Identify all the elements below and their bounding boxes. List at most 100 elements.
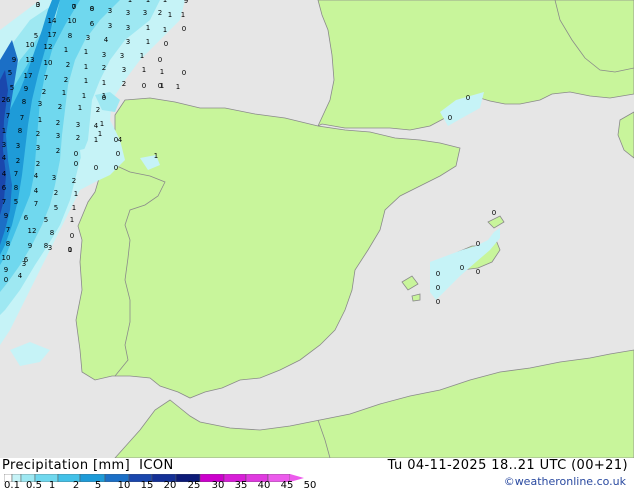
precip-value-label: 0	[116, 150, 120, 158]
precip-value-label: 6	[90, 20, 95, 28]
precip-value-label: 1	[102, 79, 106, 87]
precip-value-label: 1	[128, 0, 132, 4]
precip-value-label: 6	[2, 184, 7, 192]
precip-value-label: 2	[72, 177, 76, 185]
precip-value-label: 8	[18, 127, 22, 135]
precip-value-label: 3	[86, 34, 90, 42]
precip-value-label: 0	[436, 284, 440, 292]
legend-label: 40	[257, 480, 271, 491]
precip-value-label: 1	[102, 92, 106, 100]
precip-value-label: 3	[108, 7, 112, 15]
precip-value-label: 1	[163, 0, 167, 4]
precip-value-label: 3	[22, 260, 26, 268]
precip-value-label: 4	[2, 170, 7, 178]
precip-value-label: 0	[158, 82, 162, 90]
precip-value-label: 3	[2, 141, 6, 149]
precip-value-label: 1	[72, 204, 76, 212]
precip-value-label: 0	[448, 114, 452, 122]
precip-value-label: 2	[54, 189, 58, 197]
precip-value-label: 4	[118, 136, 123, 144]
precip-value-label: 3	[143, 9, 147, 17]
precip-value-label: 1	[78, 104, 82, 112]
precip-value-label: 3	[52, 174, 56, 182]
precip-value-label: 2	[36, 160, 40, 168]
precip-value-label: 1	[64, 46, 68, 54]
precip-value-label: 8	[14, 184, 18, 192]
precip-value-label: 7	[2, 198, 6, 206]
precip-value-label: 10	[2, 254, 11, 262]
precip-value-label: 0	[94, 164, 98, 172]
precipitation-map[interactable]: 3 7 8 3 3 1 1 9 1 3 2 1 1 14 10 6 3 3 1 1 0 5 17 8 3 4 3 1 0 10 12 1 1 3 3…	[0, 0, 634, 458]
precip-value-label: 1	[68, 246, 72, 254]
precip-value-label: 1	[142, 66, 146, 74]
precip-value-label: 2	[42, 88, 46, 96]
precip-value-label: 2	[64, 76, 68, 84]
precip-value-label: 1	[70, 216, 74, 224]
precip-value-label: 0	[74, 150, 78, 158]
legend-label: 20	[163, 480, 177, 491]
precip-value-label: 1	[94, 136, 98, 144]
precip-value-label: 3	[102, 51, 106, 59]
precip-value-label: 10	[26, 41, 35, 49]
precip-value-label: 3	[36, 144, 40, 152]
precip-value-label: 17	[24, 72, 33, 80]
precip-value-label: 2	[122, 80, 126, 88]
precip-value-label: 9	[4, 212, 8, 220]
precip-value-label: 10	[44, 59, 53, 67]
precip-value-label: 1	[163, 26, 167, 34]
precip-value-label: 2	[102, 64, 106, 72]
precip-value-label: 1	[176, 83, 180, 91]
precip-value-label: 1	[100, 120, 104, 128]
precip-value-label: 1	[84, 63, 88, 71]
precip-value-label: 0	[182, 69, 186, 77]
precip-value-label: 5	[44, 216, 48, 224]
precip-value-label: 3	[76, 121, 80, 129]
forecast-datetime: Tu 04-11-2025 18..21 UTC (00+21)	[387, 458, 628, 473]
precip-value-label: 0	[114, 164, 118, 172]
legend-label: 0.1	[4, 480, 20, 491]
precip-value-label: 1	[154, 152, 158, 160]
precip-value-label: 8	[44, 242, 48, 250]
precip-value-label: 8	[50, 229, 54, 237]
legend-label: 15	[140, 480, 154, 491]
precip-value-label: 1	[84, 48, 88, 56]
precip-value-label: 4	[94, 122, 99, 130]
precip-value-label: 0	[158, 56, 162, 64]
precip-value-label: 9	[4, 266, 8, 274]
precip-value-label: 4	[2, 154, 7, 162]
precip-value-label: 0	[74, 160, 78, 168]
map-footer: Precipitation [mm] ICON Tu 04-11-2025 18…	[0, 458, 634, 491]
precip-value-label: 1	[140, 52, 144, 60]
precip-value-label: 0	[72, 3, 76, 11]
precip-value-label: 1	[62, 89, 66, 97]
precip-value-label: 5	[8, 69, 12, 77]
precip-value-label: 5	[34, 32, 38, 40]
precip-value-label: 7	[20, 114, 24, 122]
precip-value-label: 1	[38, 116, 42, 124]
precip-value-label: 2	[66, 61, 70, 69]
precip-value-label: 8	[6, 240, 10, 248]
precip-value-label: 1	[146, 24, 150, 32]
precip-value-label: 2	[158, 9, 162, 17]
precip-value-label: 7	[34, 200, 38, 208]
precip-value-label: 1	[98, 130, 102, 138]
precip-value-label: 0	[164, 40, 168, 48]
precip-value-label: 1	[84, 77, 88, 85]
legend-color-cell	[79, 474, 106, 482]
precip-value-label: 0	[492, 209, 496, 217]
precip-value-label: 3	[122, 66, 126, 74]
precip-value-label: 1	[82, 92, 86, 100]
precip-value-label: 14	[48, 17, 57, 25]
precip-value-label: 0	[70, 232, 74, 240]
precip-value-label: 3	[38, 100, 42, 108]
precip-value-label: 3	[126, 9, 130, 17]
precip-value-label: 1	[2, 127, 6, 135]
precip-value-label: 1	[168, 11, 172, 19]
precip-value-label: 2	[36, 130, 40, 138]
precip-value-label: 3	[56, 132, 60, 140]
precip-value-label: 9	[24, 85, 28, 93]
precip-value-label: 1	[74, 190, 78, 198]
precip-value-label: 0	[142, 82, 146, 90]
legend-label: 30	[211, 480, 225, 491]
credit-link[interactable]: ©weatheronline.co.uk	[504, 475, 626, 488]
